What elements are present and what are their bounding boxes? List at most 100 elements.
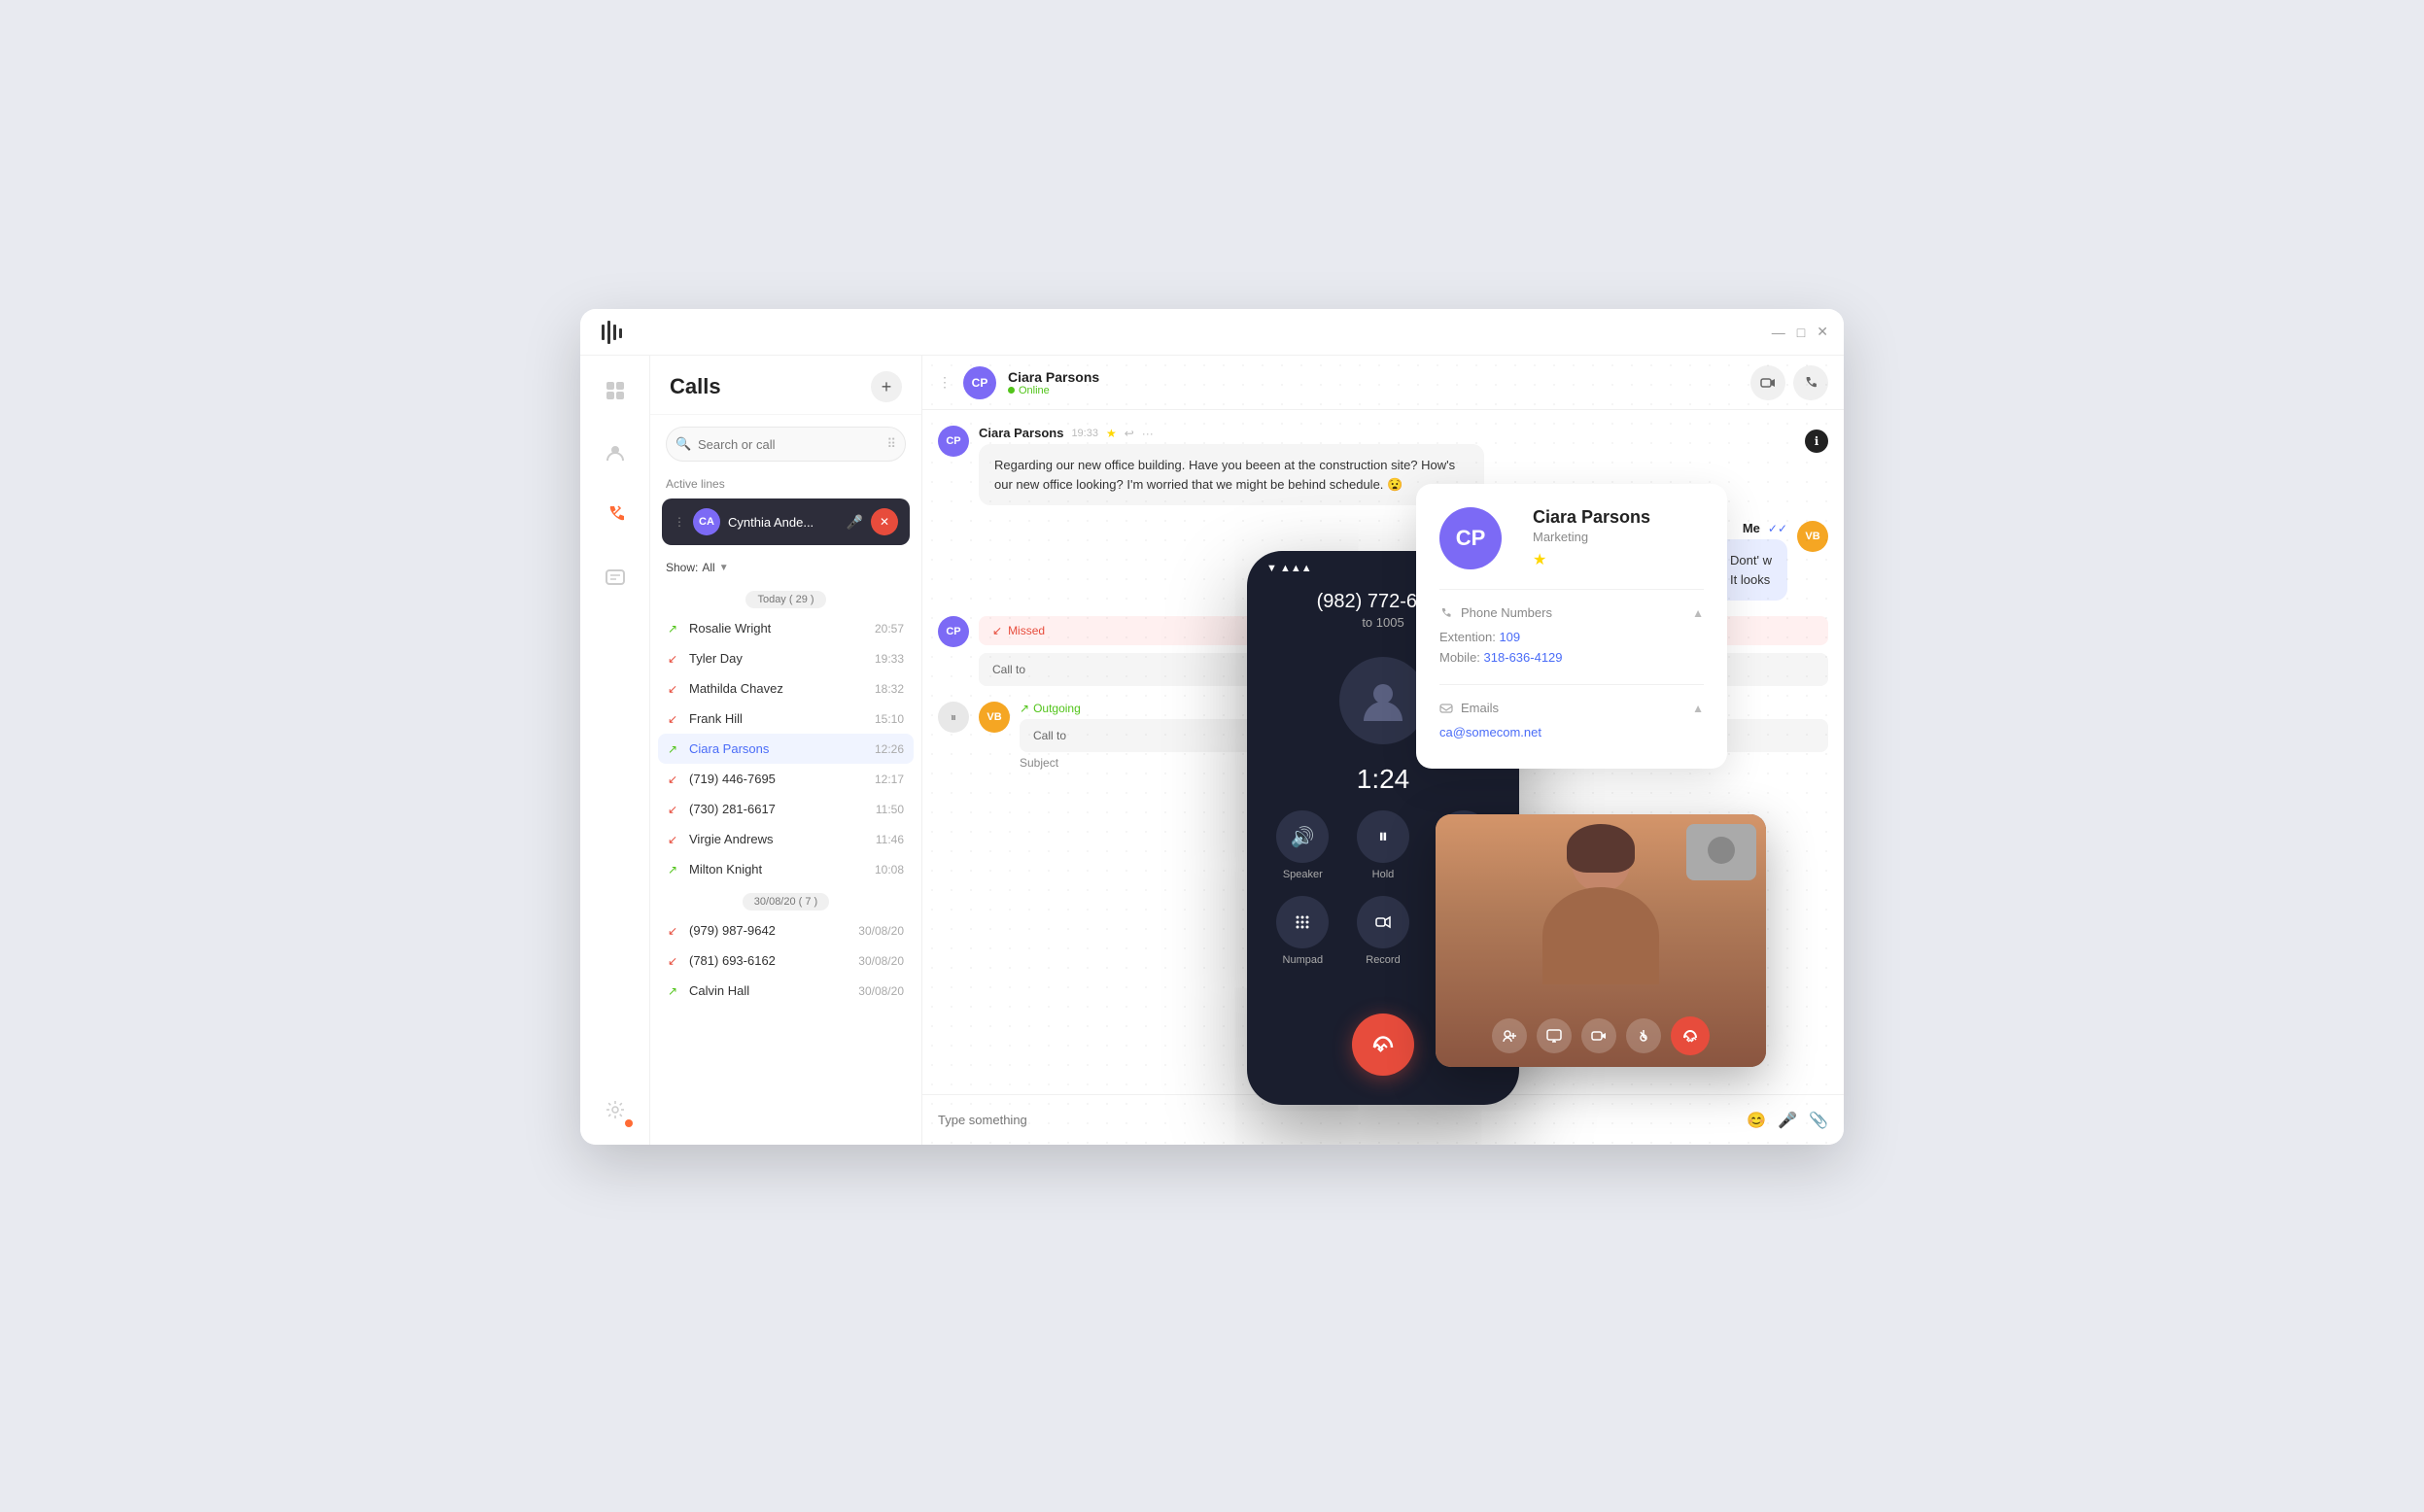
- active-call-avatar: CA: [693, 508, 720, 535]
- add-participant-button[interactable]: [1492, 1018, 1527, 1053]
- status-dot: [1008, 387, 1015, 394]
- toggle-mute-video-button[interactable]: [1626, 1018, 1661, 1053]
- call-name: Rosalie Wright: [689, 621, 867, 636]
- call-name: (781) 693-6162: [689, 953, 850, 968]
- call-name: Mathilda Chavez: [689, 681, 867, 696]
- chat-contact-name: Ciara Parsons: [1008, 369, 1739, 385]
- chat-menu-icon[interactable]: ⋮: [938, 374, 952, 391]
- active-call-name: Cynthia Ande...: [728, 515, 839, 530]
- numpad-label: Numpad: [1283, 954, 1324, 966]
- incoming-arrow-icon: ↙: [668, 954, 681, 968]
- call-time: 11:50: [876, 803, 904, 816]
- call-time: 12:17: [875, 773, 904, 786]
- dialpad-icon[interactable]: ⠿: [886, 436, 896, 452]
- call-item-virgie[interactable]: ↙ Virgie Andrews 11:46: [658, 824, 914, 854]
- call-time: 12:26: [875, 742, 904, 756]
- sidebar-icon-contacts[interactable]: [596, 433, 635, 472]
- outgoing-arrow-icon: ↗: [668, 742, 681, 756]
- call-item-781[interactable]: ↙ (781) 693-6162 30/08/20: [658, 945, 914, 976]
- message-avatar-cp: CP: [938, 426, 969, 457]
- call-item-frank[interactable]: ↙ Frank Hill 15:10: [658, 704, 914, 734]
- end-call-button[interactable]: ✕: [871, 508, 898, 535]
- pause-button[interactable]: ⏸: [938, 702, 969, 733]
- call-time: 30/08/20: [858, 954, 904, 968]
- active-call-mic-icon[interactable]: 🎤: [847, 514, 863, 531]
- sidebar-icon-settings[interactable]: [596, 1090, 635, 1129]
- call-to-text: Call to: [992, 663, 1025, 676]
- extension-link[interactable]: 109: [1499, 630, 1520, 644]
- sidebar-icon-messages[interactable]: [596, 558, 635, 597]
- minimize-button[interactable]: —: [1772, 325, 1785, 340]
- message-header-me: Me ✓✓: [1743, 521, 1787, 535]
- older-separator: 30/08/20 ( 7 ): [658, 892, 914, 910]
- pip-content: [1686, 824, 1756, 880]
- record-button[interactable]: Record: [1357, 896, 1409, 966]
- phone-numbers-section: Phone Numbers ▲ Extention: 109 Mobile: 3…: [1439, 589, 1704, 665]
- outgoing-detail-text: Call to: [1033, 729, 1066, 742]
- toggle-camera-button[interactable]: [1581, 1018, 1616, 1053]
- active-call-menu-icon[interactable]: ⋮: [674, 515, 685, 529]
- call-name: (979) 987-9642: [689, 923, 850, 938]
- missed-call-avatar: CP: [938, 616, 969, 647]
- search-input[interactable]: [666, 427, 906, 462]
- call-item-730[interactable]: ↙ (730) 281-6617 11:50: [658, 794, 914, 824]
- numpad-button[interactable]: Numpad: [1276, 896, 1329, 966]
- close-button[interactable]: ✕: [1817, 324, 1828, 340]
- message-info-icon[interactable]: ℹ: [1805, 430, 1828, 453]
- outgoing-arrow-icon: ↗: [668, 984, 681, 998]
- emoji-icon[interactable]: 😊: [1747, 1111, 1766, 1130]
- email-link[interactable]: ca@somecom.net: [1439, 725, 1541, 739]
- reply-icon[interactable]: ↩: [1125, 427, 1134, 440]
- sidebar-icon-grid[interactable]: [596, 371, 635, 410]
- numpad-icon: [1276, 896, 1329, 948]
- call-name: Virgie Andrews: [689, 832, 868, 846]
- end-call-phone-button[interactable]: [1352, 1014, 1414, 1076]
- video-overlay: [1436, 814, 1766, 1067]
- video-pip: [1686, 824, 1756, 880]
- screen-share-button[interactable]: [1537, 1018, 1572, 1053]
- message-sender-me: Me: [1743, 521, 1760, 535]
- call-item-719[interactable]: ↙ (719) 446-7695 12:17: [658, 764, 914, 794]
- add-call-button[interactable]: +: [871, 371, 902, 402]
- audio-call-button[interactable]: [1793, 365, 1828, 400]
- filter-all-button[interactable]: All: [702, 561, 714, 574]
- star-icon[interactable]: ★: [1106, 427, 1117, 440]
- call-item-979[interactable]: ↙ (979) 987-9642 30/08/20: [658, 915, 914, 945]
- email-section-header: Emails ▲: [1439, 701, 1704, 715]
- call-item-tyler[interactable]: ↙ Tyler Day 19:33: [658, 643, 914, 673]
- search-bar: 🔍 ⠿: [666, 427, 906, 462]
- call-time: 30/08/20: [858, 924, 904, 938]
- end-video-call-button[interactable]: [1671, 1016, 1710, 1055]
- video-call-button[interactable]: [1750, 365, 1785, 400]
- maximize-button[interactable]: □: [1797, 325, 1805, 340]
- call-item-milton[interactable]: ↗ Milton Knight 10:08: [658, 854, 914, 884]
- call-time: 11:46: [876, 833, 904, 846]
- missed-call-icon: ↙: [992, 624, 1002, 637]
- outgoing-arrow-icon: ↗: [668, 863, 681, 876]
- chat-contact-status: Online: [1008, 385, 1739, 396]
- filter-chevron-icon[interactable]: ▼: [719, 563, 729, 573]
- call-name: Tyler Day: [689, 651, 867, 666]
- calls-header: Calls +: [650, 356, 921, 415]
- microphone-icon[interactable]: 🎤: [1778, 1111, 1797, 1130]
- mobile-link[interactable]: 318-636-4129: [1484, 650, 1563, 665]
- message-sender: Ciara Parsons: [979, 426, 1063, 440]
- call-item-ciara[interactable]: ↗ Ciara Parsons 12:26: [658, 734, 914, 764]
- contact-favorite-icon[interactable]: ★: [1533, 550, 1650, 569]
- message-avatar-vb2: VB: [979, 702, 1010, 733]
- sidebar-icon-calls[interactable]: [596, 496, 635, 534]
- speaker-button[interactable]: 🔊 Speaker: [1276, 810, 1329, 880]
- call-item-rosalie[interactable]: ↗ Rosalie Wright 20:57: [658, 613, 914, 643]
- attachment-icon[interactable]: 📎: [1809, 1111, 1828, 1130]
- emails-section: Emails ▲ ca@somecom.net: [1439, 684, 1704, 739]
- sidebar-icons: [580, 356, 650, 1145]
- call-item-calvin[interactable]: ↗ Calvin Hall 30/08/20: [658, 976, 914, 1006]
- chat-input[interactable]: [938, 1113, 1735, 1127]
- call-time: 20:57: [875, 622, 904, 636]
- message-more-icon[interactable]: ···: [1142, 427, 1154, 440]
- hold-button[interactable]: ⏸ Hold: [1357, 810, 1409, 880]
- call-item-mathilda[interactable]: ↙ Mathilda Chavez 18:32: [658, 673, 914, 704]
- phone-section-toggle[interactable]: ▲: [1692, 606, 1704, 620]
- email-section-toggle[interactable]: ▲: [1692, 702, 1704, 715]
- search-icon: 🔍: [675, 436, 691, 452]
